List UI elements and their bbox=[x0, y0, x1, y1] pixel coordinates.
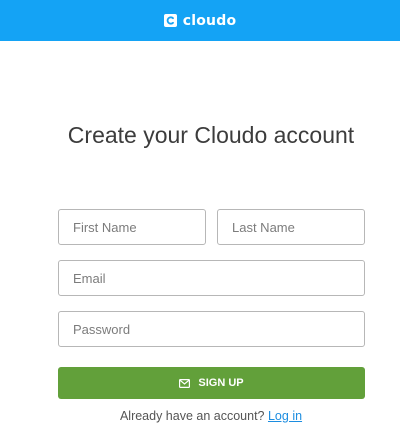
brand-name: cloudo bbox=[182, 12, 237, 29]
password-input[interactable] bbox=[58, 311, 365, 347]
login-prompt: Already have an account? Log in bbox=[0, 409, 400, 423]
login-prompt-text: Already have an account? bbox=[119, 409, 265, 423]
cloudo-logo-icon bbox=[163, 14, 177, 27]
email-input[interactable] bbox=[58, 260, 365, 296]
last-name-input[interactable] bbox=[217, 209, 365, 245]
login-link[interactable]: Log in bbox=[268, 409, 302, 423]
brand-logo[interactable]: cloudo bbox=[163, 12, 237, 29]
envelope-icon bbox=[179, 378, 191, 388]
sign-up-button[interactable]: SIGN UP bbox=[58, 367, 365, 399]
top-bar: cloudo bbox=[0, 0, 400, 41]
first-name-input[interactable] bbox=[58, 209, 206, 245]
sign-up-label: SIGN UP bbox=[198, 377, 244, 389]
page-title: Create your Cloudo account bbox=[67, 122, 355, 148]
